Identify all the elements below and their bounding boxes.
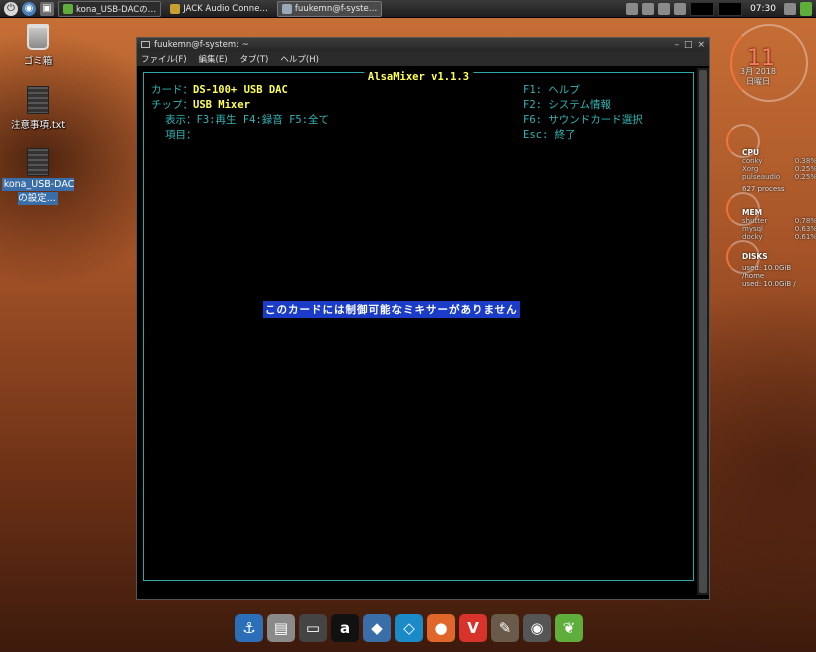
- top-panel: ⏻ ◉ ▣ kona_USB-DACの… JACK Audio Conne… f…: [0, 0, 816, 18]
- scrollbar-thumb[interactable]: [699, 70, 707, 593]
- process-row: docky 0.61%: [742, 233, 816, 241]
- browser-icon[interactable]: ◉: [22, 1, 36, 16]
- jack-icon: [170, 3, 181, 14]
- desktop-icon-trash[interactable]: ゴミ箱: [0, 24, 76, 67]
- key-exit: Esc: 終了: [523, 129, 576, 141]
- process-row: conky 0.38%: [742, 157, 816, 165]
- mem-heading: MEM: [742, 208, 763, 217]
- conky-calendar: 11 3月 2018 日曜日: [724, 22, 812, 112]
- key-select-card: F6: サウンドカード選択: [523, 114, 643, 126]
- clock[interactable]: 07:30: [746, 4, 780, 14]
- key-help: F1: ヘルプ: [523, 84, 580, 96]
- process-row: Xorg 0.25%: [742, 165, 816, 173]
- desktop-icon-label: kona_USB-DACの設定...: [1, 178, 75, 205]
- tray-widget-2[interactable]: [718, 1, 743, 16]
- terminal-icon: [281, 3, 292, 14]
- taskbar-item-label: fuukemn@f-syste…: [294, 3, 378, 14]
- desktop-icon-label: 注意事項.txt: [10, 120, 66, 131]
- taskbar-item-kona[interactable]: kona_USB-DACの…: [58, 0, 162, 17]
- keyboard-icon[interactable]: [626, 2, 639, 15]
- no-mixer-message: このカードには制御可能なミキサーがありません: [263, 301, 520, 318]
- amazon-icon: a: [339, 619, 351, 637]
- text-file-icon: [27, 148, 49, 176]
- disk-root: used: 10.0GiB /: [742, 280, 796, 288]
- dock-item-kodi[interactable]: ◇: [395, 614, 423, 642]
- dock-item-vivaldi[interactable]: V: [459, 614, 487, 642]
- kodi-icon: ◇: [403, 619, 415, 637]
- dock-item-leaf[interactable]: ❦: [555, 614, 583, 642]
- dock-item-printer[interactable]: ▤: [267, 614, 295, 642]
- bluetooth-icon[interactable]: [674, 2, 687, 15]
- process-row: pulseaudio 0.25%: [742, 173, 816, 181]
- menu-edit[interactable]: 編集(E): [199, 53, 228, 65]
- key-system-info: F2: システム情報: [523, 99, 611, 111]
- exit-icon[interactable]: [800, 1, 812, 16]
- dock-item-tools[interactable]: ✎: [491, 614, 519, 642]
- session-icon[interactable]: [784, 2, 796, 15]
- disks-heading: DISKS: [742, 252, 768, 261]
- camera-icon: ◉: [530, 619, 544, 637]
- terminal-icon: [141, 41, 150, 48]
- dock-item-anchor[interactable]: ⚓: [235, 614, 263, 642]
- taskbar-item-jack[interactable]: JACK Audio Conne…: [165, 1, 273, 17]
- card-line: カード：DS-100+ USB DAC: [151, 84, 288, 96]
- show-desktop-icon[interactable]: ▣: [40, 1, 54, 16]
- text-file-icon: [27, 86, 49, 114]
- dock-item-camera[interactable]: ◉: [523, 614, 551, 642]
- dock-item-amazon[interactable]: a: [331, 614, 359, 642]
- anchor-icon: ⚓: [242, 619, 256, 637]
- leaf-icon: [63, 3, 73, 14]
- tools-icon: ✎: [498, 619, 512, 637]
- printer-icon: ▤: [273, 619, 289, 637]
- monitor-icon: ▭: [305, 619, 321, 637]
- process-row: mysql 0.63%: [742, 225, 816, 233]
- dock-item-vpn[interactable]: ◆: [363, 614, 391, 642]
- dock: ⚓ ▤ ▭ a ◆ ◇ ● V ✎ ◉ ❦: [228, 608, 590, 648]
- system-tray: 07:30: [626, 0, 816, 18]
- network-icon[interactable]: [642, 2, 655, 15]
- terminal-menubar: ファイル(F) 編集(E) タブ(T) ヘルプ(H): [137, 51, 709, 66]
- terminal-scrollbar[interactable]: [697, 68, 709, 595]
- trash-icon: [27, 24, 49, 50]
- taskbar-item-label: JACK Audio Conne…: [183, 3, 268, 14]
- taskbar-item-terminal[interactable]: fuukemn@f-syste…: [276, 0, 383, 17]
- tray-widget-1[interactable]: [690, 1, 715, 16]
- minimize-icon[interactable]: –: [674, 40, 679, 50]
- desktop-icon-label: ゴミ箱: [23, 56, 53, 67]
- window-controls: – □ ×: [674, 40, 705, 50]
- maximize-icon[interactable]: □: [684, 40, 693, 50]
- window-title: fuukemn@f-system: ~: [154, 39, 249, 50]
- close-icon[interactable]: ×: [697, 40, 705, 50]
- chip-value: USB Mixer: [193, 99, 250, 111]
- view-options[interactable]: F3:再生 F4:録音 F5:全て: [197, 114, 330, 126]
- menu-help[interactable]: ヘルプ(H): [280, 53, 319, 65]
- leaf-icon: ❦: [562, 619, 576, 637]
- menu-tabs[interactable]: タブ(T): [240, 53, 269, 65]
- item-line: 項目：: [165, 129, 197, 141]
- menu-file[interactable]: ファイル(F): [141, 53, 187, 65]
- view-line: 表示：F3:再生 F4:録音 F5:全て: [165, 114, 330, 126]
- dock-item-firefox[interactable]: ●: [427, 614, 455, 642]
- dock-item-monitor[interactable]: ▭: [299, 614, 327, 642]
- terminal-screen[interactable]: AlsaMixer v1.1.3 カード：DS-100+ USB DAC チップ…: [141, 68, 696, 595]
- disk-home: used: 10.0GiB /home: [742, 264, 792, 280]
- vivaldi-icon: V: [467, 619, 479, 637]
- card-value: DS-100+ USB DAC: [193, 84, 288, 96]
- process-row: shutter 0.78%: [742, 217, 816, 225]
- mixer-frame: [143, 72, 694, 581]
- cpu-heading: CPU: [742, 148, 760, 157]
- volume-icon[interactable]: [658, 2, 671, 15]
- desktop-icon-kona[interactable]: kona_USB-DACの設定...: [0, 148, 76, 205]
- terminal-titlebar[interactable]: fuukemn@f-system: ~ – □ ×: [137, 38, 709, 51]
- calendar-weekday: 日曜日: [746, 77, 770, 86]
- firefox-icon: ●: [434, 619, 448, 637]
- desktop-icon-notes[interactable]: 注意事項.txt: [0, 86, 76, 131]
- vpn-icon: ◆: [371, 619, 383, 637]
- power-icon[interactable]: ⏻: [4, 1, 18, 16]
- taskbar-item-label: kona_USB-DACの…: [76, 4, 157, 15]
- chip-line: チップ：USB Mixer: [151, 99, 250, 111]
- terminal-window: fuukemn@f-system: ~ – □ × ファイル(F) 編集(E) …: [136, 37, 710, 600]
- process-count: 627 process: [742, 185, 785, 193]
